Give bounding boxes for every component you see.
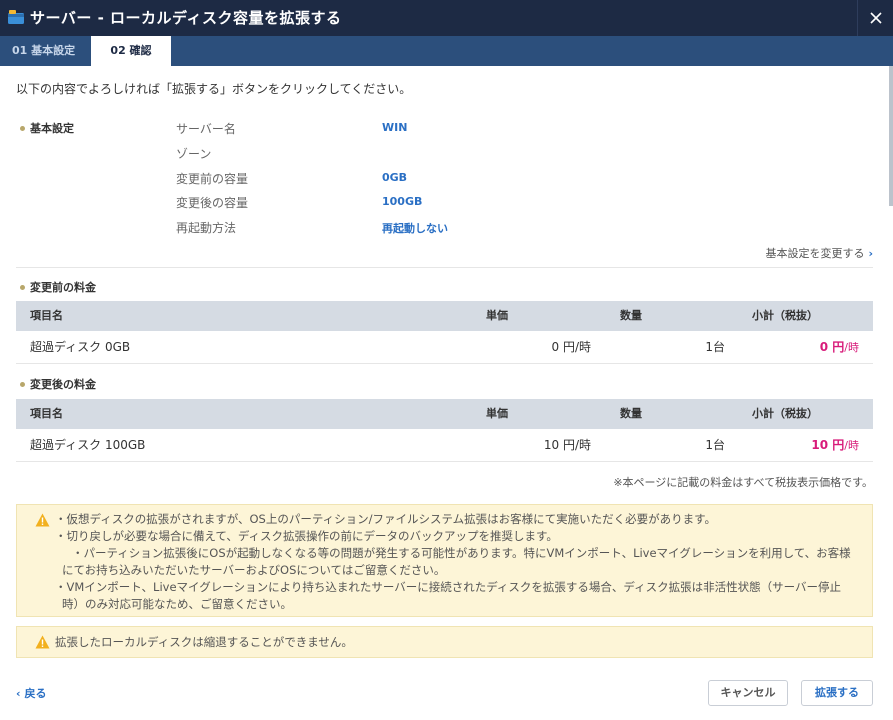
close-button[interactable]	[857, 0, 893, 36]
warning-box: ・仮想ディスクの拡張がされますが、OS上のパーティション/ファイルシステム拡張は…	[16, 504, 873, 617]
warning-icon	[35, 635, 50, 649]
bullet-icon	[20, 381, 25, 387]
item-name: 超過ディスク 100GB	[30, 438, 146, 452]
capacity-before-value: 0GB	[382, 171, 408, 184]
change-basic-settings-link[interactable]: 基本設定を変更する ›	[765, 245, 873, 261]
warning-line: ・切り戻しが必要な場合に備えて、ディスク拡張操作の前にデータのバックアップを推奨…	[55, 529, 558, 543]
quantity: 1台	[705, 438, 725, 452]
bullet-icon	[20, 125, 25, 131]
col-item-header: 項目名	[30, 309, 63, 322]
col-subtotal-header: 小計（税抜）	[752, 309, 818, 322]
unit-price: 0 円/時	[551, 340, 592, 354]
server-name-label: サーバー名	[176, 122, 236, 136]
bullet-icon	[20, 284, 25, 290]
notice-text: 拡張したローカルディスクは縮退することができません。	[55, 635, 353, 649]
capacity-after-label: 変更後の容量	[176, 196, 249, 210]
table-header: 項目名 単価 数量 小計（税抜）	[16, 301, 873, 331]
tab-basic-settings[interactable]: 01 基本設定	[0, 36, 87, 66]
section-price-before: 変更前の料金	[20, 279, 96, 295]
subtotal-amount: 0 円	[819, 340, 845, 354]
table-row: 超過ディスク 0GB 0 円/時 1台 0 円/時	[16, 331, 873, 364]
capacity-before-label: 変更前の容量	[176, 172, 249, 186]
warning-icon	[35, 513, 50, 527]
wizard-tabs: 01 基本設定 02 確認	[0, 36, 893, 66]
close-icon	[869, 12, 882, 24]
capacity-after-value: 100GB	[382, 195, 423, 208]
subtotal: 0 円/時	[820, 331, 859, 364]
warning-line: ・VMインポート、Liveマイグレーションにより持ち込まれたサーバーに接続された…	[55, 580, 842, 594]
extend-button[interactable]: 拡張する	[801, 680, 873, 706]
zone-label: ゾーン	[176, 147, 212, 161]
item-name: 超過ディスク 0GB	[30, 340, 131, 354]
scrollbar[interactable]	[889, 66, 893, 206]
server-name-value: WIN	[382, 121, 408, 134]
notice-box: 拡張したローカルディスクは縮退することができません。	[16, 626, 873, 658]
reboot-method-label: 再起動方法	[176, 221, 237, 235]
disk-folder-icon	[8, 10, 24, 24]
col-unit-header: 単価	[486, 407, 508, 420]
intro-text: 以下の内容でよろしければ「拡張する」ボタンをクリックしてください。	[16, 82, 412, 96]
section-price-after-label: 変更後の料金	[30, 378, 96, 391]
tab-confirm[interactable]: 02 確認	[91, 36, 171, 66]
col-item-header: 項目名	[30, 407, 63, 420]
quantity: 1台	[705, 340, 725, 354]
subtotal-per: /時	[844, 341, 859, 354]
section-basic-settings: 基本設定	[20, 120, 74, 136]
dialog-title: サーバー - ローカルディスク容量を拡張する	[30, 9, 342, 27]
back-link[interactable]: ‹ 戻る	[16, 685, 47, 701]
change-link-label: 基本設定を変更する	[765, 247, 865, 260]
price-table-before: 項目名 単価 数量 小計（税抜） 超過ディスク 0GB 0 円/時 1台 0 円…	[16, 301, 873, 364]
subtotal: 10 円/時	[811, 429, 859, 462]
subtotal-amount: 10 円	[811, 438, 845, 452]
section-basic-label: 基本設定	[30, 122, 74, 135]
col-qty-header: 数量	[620, 309, 642, 322]
col-qty-header: 数量	[620, 407, 642, 420]
reboot-method-value: 再起動しない	[382, 222, 448, 235]
cancel-button[interactable]: キャンセル	[708, 680, 788, 706]
divider	[16, 267, 873, 268]
col-unit-header: 単価	[486, 309, 508, 322]
unit-price: 10 円/時	[543, 438, 591, 452]
table-row: 超過ディスク 100GB 10 円/時 1台 10 円/時	[16, 429, 873, 462]
warning-line: 時）のみ対応可能なため、ご留意ください。	[62, 597, 292, 611]
col-subtotal-header: 小計（税抜）	[752, 407, 818, 420]
chevron-left-icon: ‹	[16, 687, 21, 700]
dialog-titlebar: サーバー - ローカルディスク容量を拡張する	[0, 0, 893, 36]
back-label: 戻る	[24, 687, 47, 700]
tax-note: ※本ページに記載の料金はすべて税抜表示価格です。	[613, 476, 873, 489]
subtotal-per: /時	[844, 439, 859, 452]
chevron-right-icon: ›	[868, 247, 873, 260]
section-price-after: 変更後の料金	[20, 376, 96, 392]
warning-line: ・パーティション拡張後にOSが起動しなくなる等の問題が発生する可能性があります。…	[72, 546, 851, 560]
warning-line: ・仮想ディスクの拡張がされますが、OS上のパーティション/ファイルシステム拡張は…	[55, 512, 716, 526]
warning-line: にてお持ち込みいただいたサーバーおよびOSについてはご留意ください。	[62, 563, 446, 577]
price-table-after: 項目名 単価 数量 小計（税抜） 超過ディスク 100GB 10 円/時 1台 …	[16, 399, 873, 462]
table-header: 項目名 単価 数量 小計（税抜）	[16, 399, 873, 429]
section-price-before-label: 変更前の料金	[30, 281, 96, 294]
